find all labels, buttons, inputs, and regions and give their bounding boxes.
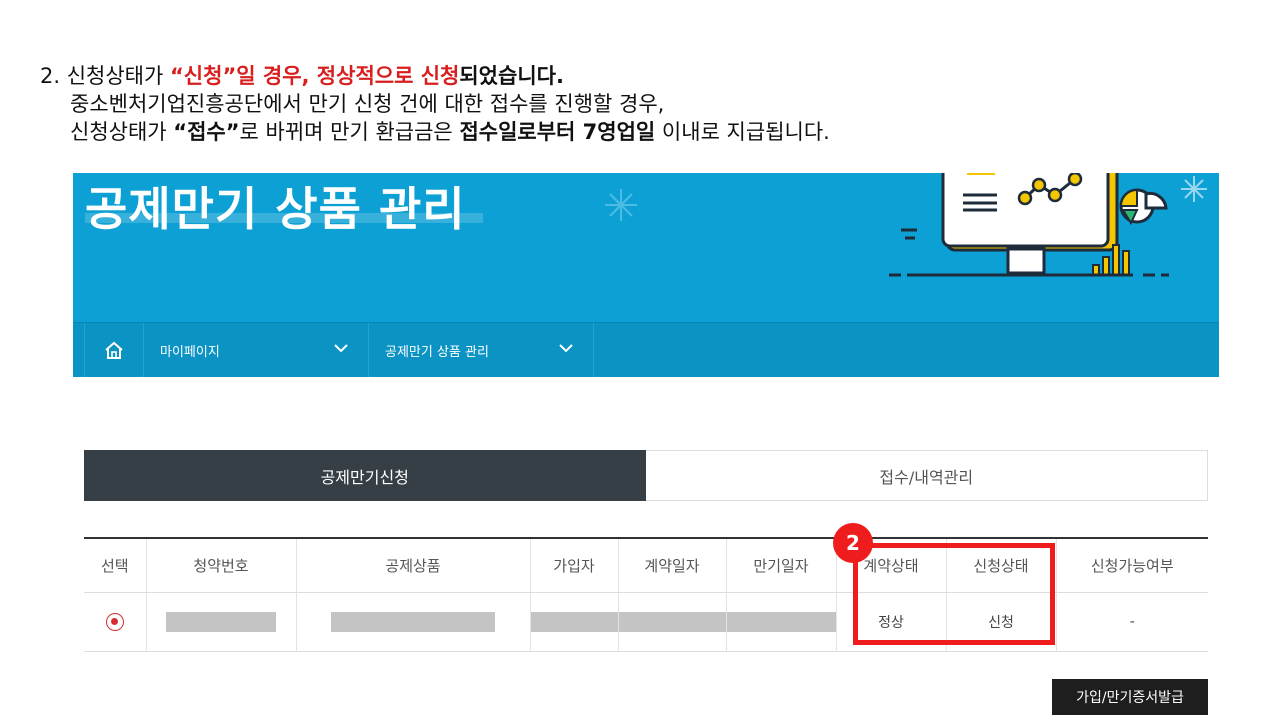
select-cell [84, 592, 146, 652]
instruction-line-2: 중소벤처기업진흥공단에서 만기 신청 건에 대한 접수를 진행할 경우, [70, 92, 665, 116]
instruction-highlight: “신청”일 경우, 정상적으로 신청 [170, 64, 460, 88]
instruction-line3-d: 접수일로부터 7영업일 [459, 120, 656, 144]
instruction-line-1: 2. 신청상태가 “신청”일 경우, 정상적으로 신청되었습니다. [40, 62, 830, 90]
subscriber-cell [529, 592, 618, 652]
instruction-line3-e: 이내로 지급됩니다. [655, 120, 830, 144]
redacted-value [166, 611, 276, 632]
header-maturity-date: 만기일자 [725, 537, 836, 593]
highlight-box [853, 543, 1055, 645]
maturity-date-cell [725, 592, 836, 652]
redacted-value [726, 611, 836, 632]
instruction-line3-a: 신청상태가 [70, 120, 174, 144]
banner-illustration [605, 173, 1207, 277]
home-button[interactable] [84, 323, 144, 377]
nav-item-label: 공제만기 상품 관리 [385, 345, 489, 360]
tab-maturity-application[interactable]: 공제만기신청 [84, 450, 646, 501]
contract-date-cell [617, 592, 726, 652]
tab-bar: 공제만기신청 접수/내역관리 [84, 450, 1208, 501]
home-icon [105, 341, 123, 359]
instruction-text: 2. 신청상태가 “신청”일 경우, 정상적으로 신청되었습니다. 중소벤처기업… [40, 62, 830, 146]
header-availability: 신청가능여부 [1055, 537, 1208, 593]
instruction-suffix: 되었습니다. [459, 64, 564, 88]
chevron-down-icon [559, 344, 573, 353]
nav-item-mypage[interactable]: 마이페이지 [144, 323, 369, 377]
redacted-value [618, 611, 726, 632]
page-banner: 공제만기 상품 관리 마이페이지 공제만기 상품 관리 [73, 173, 1219, 377]
instruction-line3-b: “접수” [173, 120, 240, 144]
instruction-prefix: 2. 신청상태가 [40, 64, 170, 88]
instruction-line-3: 신청상태가 “접수”로 바뀌며 만기 환급금은 접수일로부터 7영업일 이내로 … [40, 118, 830, 146]
chevron-down-icon [334, 344, 348, 353]
product-cell [295, 592, 530, 652]
pie-chart-icon [1119, 188, 1168, 226]
header-product: 공제상품 [295, 537, 530, 593]
header-contract-date: 계약일자 [617, 537, 726, 593]
header-subscriber: 가입자 [529, 537, 618, 593]
redacted-value [530, 611, 618, 632]
step-badge: 2 [833, 523, 873, 563]
header-subscription-no: 청약번호 [145, 537, 296, 593]
availability-cell: - [1055, 592, 1208, 652]
subscription-no-cell [145, 592, 296, 652]
instruction-line3-c: 로 바뀌며 만기 환급금은 [239, 120, 460, 144]
sparkle-icon [1181, 176, 1207, 202]
nav-item-label: 마이페이지 [160, 345, 220, 360]
monitor-icon [941, 173, 1119, 275]
issue-certificate-button[interactable]: 가입/만기증서발급 [1052, 679, 1208, 715]
select-radio[interactable] [105, 612, 124, 631]
breadcrumb-nav: 마이페이지 공제만기 상품 관리 [73, 322, 1219, 377]
nav-item-product-management[interactable]: 공제만기 상품 관리 [369, 323, 594, 377]
sparkle-icon [605, 189, 637, 221]
tab-receipt-history[interactable]: 접수/내역관리 [645, 450, 1208, 501]
header-select: 선택 [84, 537, 146, 593]
redacted-value [331, 611, 495, 632]
